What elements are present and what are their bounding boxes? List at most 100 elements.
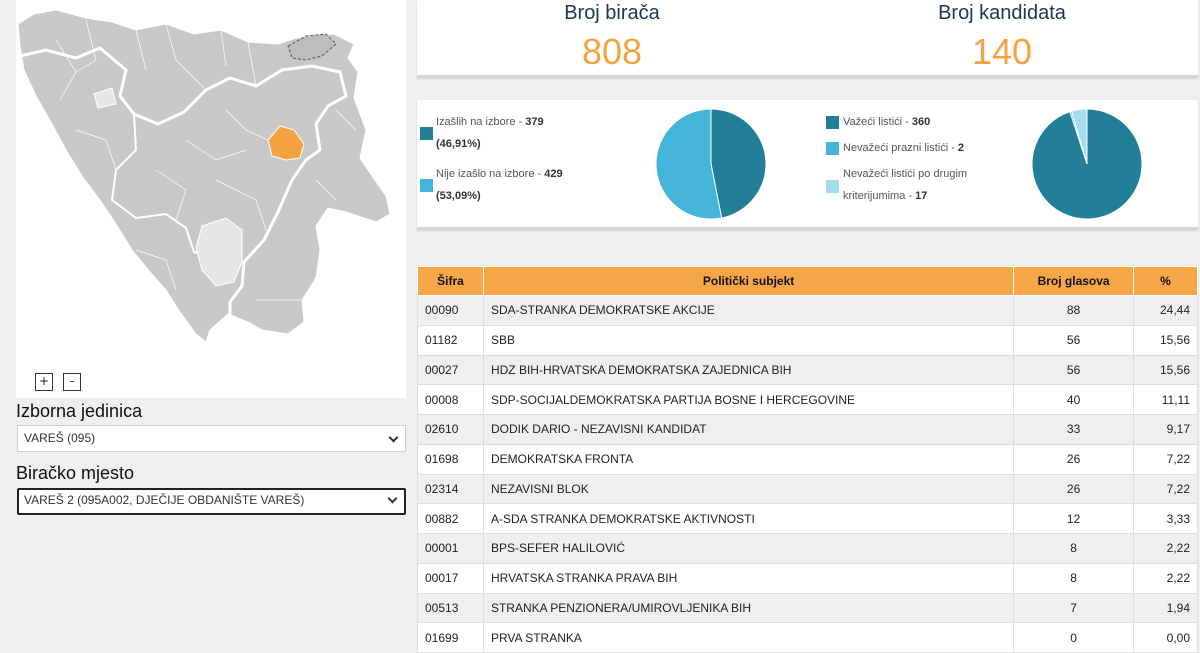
voters-title: Broj birača (564, 2, 660, 24)
cell-votes: 7 (1013, 592, 1135, 624)
table-row[interactable]: 00027 HDZ BIH-HRVATSKA DEMOKRATSKA ZAJEDN… (417, 354, 1198, 386)
cell-code: 00513 (417, 592, 484, 624)
cell-votes: 26 (1013, 443, 1135, 475)
table-row[interactable]: 00017 HRVATSKA STRANKA PRAVA BIH 8 2,22 (417, 562, 1198, 594)
legend-not-voted: Nije izašlo na izbore - 429 (53,09%) (436, 163, 616, 207)
header-percent[interactable]: % (1133, 266, 1198, 296)
cell-code: 02314 (417, 473, 484, 505)
electoral-unit-select[interactable]: VAREŠ (095) (17, 425, 406, 452)
cell-code: 01699 (417, 622, 484, 653)
map-panel[interactable]: + - (16, 0, 406, 398)
cell-code: 01698 (417, 443, 484, 475)
cell-party: STRANKA PENZIONERA/UMIROVLJENIKA BIH (482, 592, 1015, 624)
table-row[interactable]: 00090 SDA-STRANKA DEMOKRATSKE AKCIJE 88 24,… (417, 295, 1198, 326)
table-row[interactable]: 01182 SBB 56 15,56 (417, 324, 1198, 356)
cell-percent: 0,00 (1133, 622, 1198, 653)
candidates-value: 140 (971, 31, 1033, 72)
polling-station-value: VAREŠ 2 (095A002, DJEČIJE OBDANIŠTE VARE… (24, 493, 305, 507)
cell-party: PRVA STRANKA (482, 622, 1015, 653)
legend-voted-count: 379 (525, 116, 544, 128)
cell-code: 01182 (417, 324, 484, 356)
cell-party: SDA-STRANKA DEMOKRATSKE AKCIJE (482, 295, 1015, 326)
voters-stat: Broj birača 808 (462, 0, 762, 73)
candidates-title: Broj kandidata (938, 2, 1066, 24)
cell-votes: 56 (1013, 354, 1135, 386)
legend-blank-label: Nevažeći prazni listići - (843, 142, 958, 154)
cell-votes: 8 (1013, 562, 1135, 594)
chevron-down-icon (388, 432, 399, 443)
chevron-down-icon (387, 493, 398, 504)
pie-slice-voted[interactable] (710, 108, 767, 219)
cell-party: NEZAVISNI BLOK (482, 473, 1015, 505)
voters-value: 808 (581, 31, 643, 72)
cell-code: 00001 (417, 533, 484, 564)
turnout-pie-chart[interactable] (655, 108, 767, 220)
header-party[interactable]: Politički subjekt (482, 266, 1015, 296)
legend-not-voted-label: Nije izašlo na izbore - (436, 168, 545, 180)
cell-percent: 3,33 (1133, 503, 1198, 534)
electoral-unit-value: VAREŠ (095) (24, 431, 96, 445)
legend-other-count: 17 (915, 190, 928, 202)
results-body: 00090 SDA-STRANKA DEMOKRATSKE AKCIJE 88 24,… (417, 295, 1198, 653)
table-row[interactable]: 00008 SDP-SOCIJALDEMOKRATSKA PARTIJA BOSN… (417, 384, 1198, 415)
cell-party: BPS-SEFER HALILOVIĆ (482, 533, 1015, 564)
cell-votes: 40 (1013, 384, 1135, 415)
results-table: Šifra Politički subjekt Broj glasova % 0… (417, 266, 1198, 653)
cell-votes: 56 (1013, 324, 1135, 356)
legend-not-voted-count: 429 (544, 168, 563, 180)
zoom-out-button[interactable]: - (63, 373, 81, 391)
table-header-row: Šifra Politički subjekt Broj glasova % (417, 266, 1198, 296)
cell-percent: 7,22 (1133, 443, 1198, 475)
legend-swatch-other (826, 180, 839, 193)
table-row[interactable]: 00001 BPS-SEFER HALILOVIĆ 8 2,22 (417, 533, 1198, 564)
cell-percent: 24,44 (1133, 295, 1198, 326)
table-row[interactable]: 00882 A-SDA STRANKA DEMOKRATSKE AKTIVNOST… (417, 503, 1198, 534)
cell-party: HDZ BIH-HRVATSKA DEMOKRATSKA ZAJEDNICA B… (482, 354, 1015, 386)
legend-valid: Važeći listići - 360 (843, 111, 930, 133)
cell-code: 00882 (417, 503, 484, 534)
table-row[interactable]: 01699 PRVA STRANKA 0 0,00 (417, 622, 1198, 653)
legend-swatch-valid (826, 116, 839, 129)
cell-party: DODIK DARIO - NEZAVISNI KANDIDAT (482, 414, 1015, 445)
ballots-pie-chart[interactable] (1031, 108, 1143, 220)
cell-votes: 88 (1013, 295, 1135, 326)
table-row[interactable]: 01698 DEMOKRATSKA FRONTA 26 7,22 (417, 443, 1198, 475)
cell-votes: 0 (1013, 622, 1135, 653)
legend-other-label-2: kriterijumima - (843, 190, 916, 202)
legend-voted: Izašlih na izbore - 379 (46,91%) (436, 111, 596, 155)
legend-voted-pct: (46,91%) (436, 138, 481, 150)
cell-percent: 15,56 (1133, 324, 1198, 356)
legend-voted-label: Izašlih na izbore - (436, 116, 526, 128)
cell-code: 00027 (417, 354, 484, 386)
cell-code: 00008 (417, 384, 484, 415)
table-row[interactable]: 02314 NEZAVISNI BLOK 26 7,22 (417, 473, 1198, 505)
cell-percent: 2,22 (1133, 533, 1198, 564)
cell-votes: 8 (1013, 533, 1135, 564)
polling-station-select[interactable]: VAREŠ 2 (095A002, DJEČIJE OBDANIŠTE VARE… (17, 488, 406, 515)
legend-swatch-blank (826, 142, 839, 155)
cell-percent: 9,17 (1133, 414, 1198, 445)
table-row[interactable]: 02610 DODIK DARIO - NEZAVISNI KANDIDAT 33 9… (417, 414, 1198, 445)
header-votes[interactable]: Broj glasova (1013, 266, 1135, 296)
charts-panel: Izašlih na izbore - 379 (46,91%) Nije iz… (417, 100, 1198, 230)
legend-blank: Nevažeći prazni listići - 2 (843, 137, 964, 159)
bih-map[interactable] (16, 0, 406, 398)
header-code[interactable]: Šifra (417, 266, 484, 296)
candidates-stat: Broj kandidata 140 (852, 0, 1152, 73)
table-row[interactable]: 00513 STRANKA PENZIONERA/UMIROVLJENIKA BI… (417, 592, 1198, 624)
legend-other: Nevažeći listići po drugim kriterijumima… (843, 163, 967, 207)
cell-percent: 15,56 (1133, 354, 1198, 386)
legend-swatch-voted (420, 127, 433, 140)
cell-party: SDP-SOCIJALDEMOKRATSKA PARTIJA BOSNE I H… (482, 384, 1015, 415)
legend-other-label-1: Nevažeći listići po drugim (843, 168, 968, 180)
legend-not-voted-pct: (53,09%) (436, 190, 481, 202)
zoom-in-button[interactable]: + (35, 373, 53, 391)
map-country-shape[interactable] (17, 9, 391, 343)
polling-station-label: Biračko mjesto (16, 463, 135, 483)
cell-party: DEMOKRATSKA FRONTA (482, 443, 1015, 475)
cell-votes: 33 (1013, 414, 1135, 445)
electoral-unit-label: Izborna jedinica (16, 401, 143, 421)
stats-panel: Broj birača 808 Broj kandidata 140 (417, 0, 1198, 78)
cell-percent: 7,22 (1133, 473, 1198, 505)
legend-swatch-not-voted (420, 179, 433, 192)
